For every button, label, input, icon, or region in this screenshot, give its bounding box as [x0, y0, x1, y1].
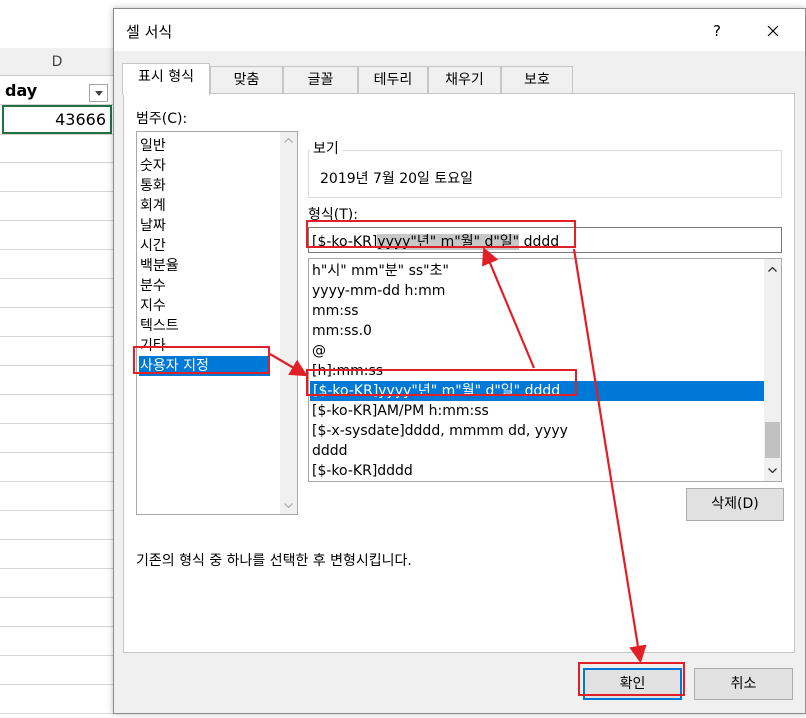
list-item[interactable]: 일반: [140, 136, 166, 156]
help-icon: ?: [713, 22, 721, 40]
gridline: [0, 336, 114, 337]
tab-fill[interactable]: 채우기: [428, 66, 501, 94]
list-item[interactable]: h"시" mm"분" ss"초": [312, 261, 449, 281]
list-item[interactable]: 지수: [140, 296, 166, 316]
list-item-selected[interactable]: [$-ko-KR]yyyy"년" m"월" d"일" dddd: [310, 381, 764, 401]
gridline: [0, 307, 114, 308]
list-item[interactable]: mm:ss.0: [312, 321, 372, 341]
list-item[interactable]: 텍스트: [140, 316, 179, 336]
format-input-prefix: [$-ko-KR]: [312, 234, 378, 250]
format-input-selection: yyyy"년" m"월" d"일": [377, 234, 520, 250]
list-item[interactable]: [$-x-sysdate]dddd, mmmm dd, yyyy: [312, 421, 568, 441]
delete-button-label: 삭제(D): [711, 496, 759, 512]
scroll-up-icon[interactable]: [280, 132, 297, 149]
column-header-label: D: [51, 53, 63, 70]
list-item[interactable]: 숫자: [140, 156, 166, 176]
delete-button[interactable]: 삭제(D): [686, 488, 784, 521]
tab-protection[interactable]: 보호: [501, 66, 573, 94]
gridline: [0, 423, 114, 424]
gridline: [0, 597, 114, 598]
gridline: [0, 684, 114, 685]
help-button[interactable]: ?: [702, 19, 732, 43]
gridline: [0, 452, 114, 453]
category-listbox[interactable]: 일반 숫자 통화 회계 날짜 시간 백분율 분수 지수 텍스트 기타 사용자 지…: [136, 131, 298, 515]
selected-cell[interactable]: 43666: [2, 105, 112, 134]
scroll-thumb[interactable]: [765, 422, 780, 458]
format-cells-dialog: 셀 서식 ? 표시 형식 맞춤 글꼴 테두리 채우기 보호 범주(C): 일반 …: [113, 8, 806, 714]
tab-label: 표시 형식: [138, 69, 194, 85]
sample-value: 2019년 7월 20일 토요일: [320, 171, 473, 187]
list-item[interactable]: 분수: [140, 276, 166, 296]
gridline: [0, 162, 114, 163]
list-item[interactable]: [$-ko-KR]dddd: [312, 461, 413, 481]
list-item[interactable]: 회계: [140, 196, 166, 216]
tab-border[interactable]: 테두리: [358, 66, 428, 94]
format-type-input[interactable]: [$-ko-KR]yyyy"년" m"월" d"일" dddd: [308, 227, 782, 253]
gridline: [0, 394, 114, 395]
list-item[interactable]: [$-ko-KR]AM/PM h:mm:ss: [312, 401, 489, 421]
gridline: [0, 626, 114, 627]
dialog-title: 셀 서식: [126, 23, 173, 41]
list-item[interactable]: [h]:mm:ss: [312, 361, 383, 381]
gridline: [0, 568, 114, 569]
dialog-titlebar[interactable]: 셀 서식 ?: [114, 9, 805, 51]
list-item[interactable]: yyyy-mm-dd h:mm: [312, 281, 445, 301]
gridline: [0, 249, 114, 250]
cell-value-text: 43666: [55, 110, 106, 129]
gridline: [0, 191, 114, 192]
format-listbox[interactable]: h"시" mm"분" ss"초" yyyy-mm-dd h:mm mm:ss m…: [308, 258, 782, 482]
tab-label: 맞춤: [233, 72, 260, 88]
gridline: [0, 481, 114, 482]
gridline: [0, 510, 114, 511]
gridline: [0, 134, 114, 135]
gridline: [0, 278, 114, 279]
gridline: [0, 539, 114, 540]
filter-dropdown-button[interactable]: [89, 84, 108, 102]
list-item[interactable]: 시간: [140, 236, 166, 256]
scroll-up-icon[interactable]: [764, 261, 781, 278]
format-description: 기존의 형식 중 하나를 선택한 후 변형시킵니다.: [136, 553, 412, 569]
tab-number[interactable]: 표시 형식: [122, 63, 210, 95]
column-header-d[interactable]: D: [0, 48, 114, 76]
sample-legend: 보기: [310, 138, 342, 158]
ok-button-label: 확인: [619, 676, 646, 692]
gridline: [0, 713, 114, 714]
tab-font[interactable]: 글꼴: [283, 66, 358, 94]
category-label: 범주(C):: [136, 111, 188, 127]
tab-alignment[interactable]: 맞춤: [210, 66, 283, 94]
gridline: [0, 365, 114, 366]
scroll-down-icon[interactable]: [280, 497, 297, 514]
close-button[interactable]: [758, 19, 788, 43]
list-item[interactable]: 통화: [140, 176, 166, 196]
format-input-suffix: dddd: [519, 234, 560, 250]
gridline: [0, 220, 114, 221]
chevron-down-icon: [94, 90, 103, 96]
format-scrollbar[interactable]: [764, 259, 781, 481]
list-item[interactable]: 날짜: [140, 216, 166, 236]
list-item[interactable]: dddd: [312, 441, 348, 461]
header-cell-text: day: [5, 81, 38, 100]
list-item[interactable]: 기타: [140, 336, 166, 356]
close-icon: [767, 25, 779, 37]
tab-label: 테두리: [373, 72, 413, 88]
scroll-down-icon[interactable]: [764, 462, 781, 479]
category-scrollbar[interactable]: [280, 132, 297, 514]
ok-button[interactable]: 확인: [583, 668, 682, 700]
gridline: [0, 655, 114, 656]
list-item[interactable]: @: [312, 341, 326, 361]
tab-label: 채우기: [445, 72, 484, 88]
tab-label: 보호: [524, 72, 550, 88]
type-label: 형식(T):: [308, 207, 358, 223]
list-item[interactable]: mm:ss: [312, 301, 359, 321]
tab-label: 글꼴: [307, 72, 334, 88]
cancel-button-label: 취소: [730, 676, 757, 692]
list-item-selected[interactable]: 사용자 지정: [139, 356, 270, 376]
list-item[interactable]: 백분율: [140, 256, 179, 276]
cancel-button[interactable]: 취소: [694, 668, 793, 700]
tab-panel-number: 범주(C): 일반 숫자 통화 회계 날짜 시간 백분율 분수 지수 텍스트 기…: [123, 93, 795, 653]
